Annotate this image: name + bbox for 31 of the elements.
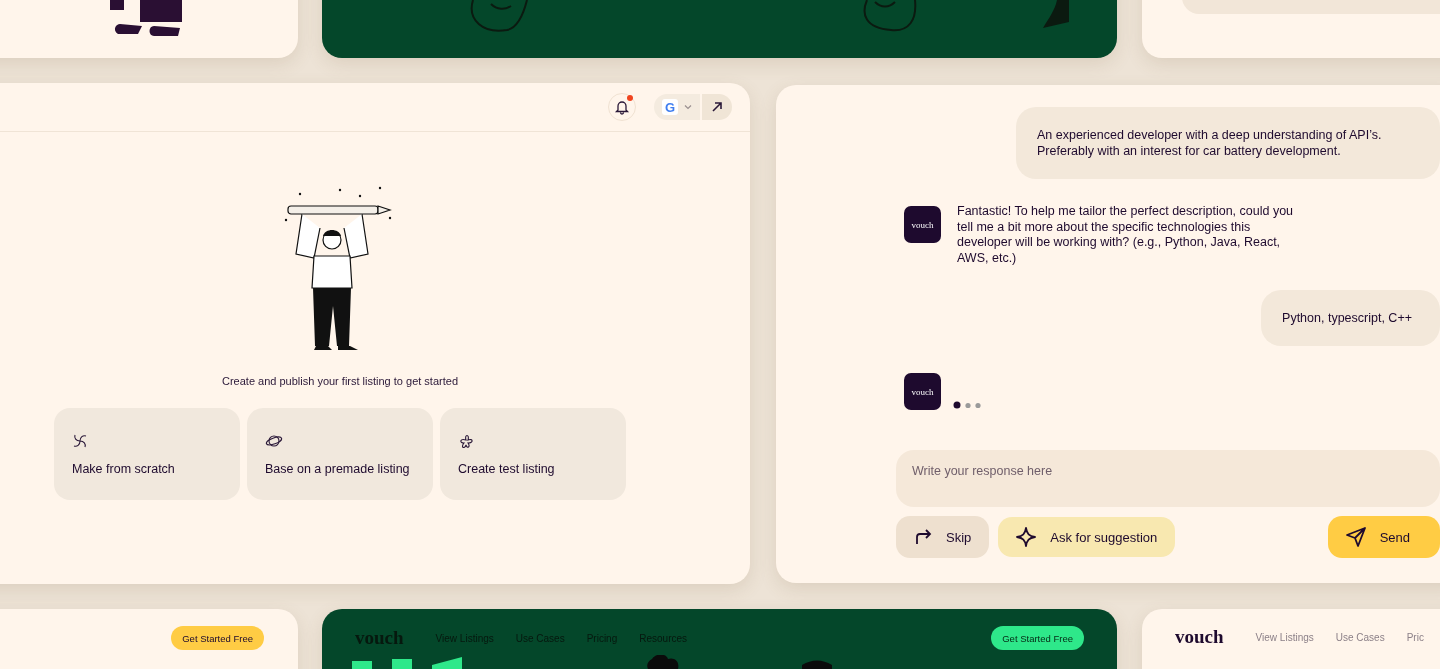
get-started-button[interactable]: Get Started Free [171, 626, 264, 650]
bell-icon [614, 99, 630, 115]
skip-button[interactable]: Skip [896, 516, 990, 558]
get-started-button[interactable]: Get Started Free [991, 626, 1084, 650]
open-external-button[interactable] [702, 94, 732, 120]
nav-link[interactable]: Use Cases [1335, 631, 1385, 643]
send-icon [1345, 527, 1366, 547]
create-option-card[interactable]: Create test listing [440, 408, 626, 500]
empty-state-message: Create and publish your first listing to get started [222, 375, 458, 387]
chevron-down-icon [684, 104, 692, 110]
notification-button[interactable] [608, 93, 636, 121]
create-option-card[interactable]: Make from scratch [54, 408, 240, 500]
bot-message: Fantastic! To help me tailor the perfect description, could you tell me a bit more about the specific technologies this developer will be working with? (e.g., Python, Java, React, AWS, etc.) [957, 204, 1295, 266]
user-message: An experienced developer with a deep understanding of API’s. Preferably with an interest for car battery development. [1016, 107, 1440, 179]
flower-icon [458, 432, 474, 449]
redo-arrow-icon [914, 528, 932, 546]
bot-avatar: vouch [904, 206, 941, 243]
planet-icon [265, 432, 283, 449]
logo: vouch [1175, 626, 1224, 648]
user-message: Python, typescript, C++ [1261, 290, 1440, 346]
create-option-card[interactable]: Base on a premade listing [247, 408, 433, 500]
spiral-icon [72, 432, 88, 449]
suggest-button[interactable]: Ask for suggestion [998, 517, 1176, 557]
bot-avatar: vouch [904, 373, 941, 410]
nav-link[interactable]: View Listings [1255, 631, 1314, 643]
account-switcher[interactable]: G [654, 94, 700, 120]
sparkle-icon [1016, 527, 1037, 547]
send-button[interactable]: Send [1327, 516, 1440, 558]
arrow-up-right-icon [711, 101, 723, 113]
nav-link[interactable]: Pric [1406, 631, 1424, 643]
response-field[interactable]: Write your response here [896, 450, 1440, 507]
